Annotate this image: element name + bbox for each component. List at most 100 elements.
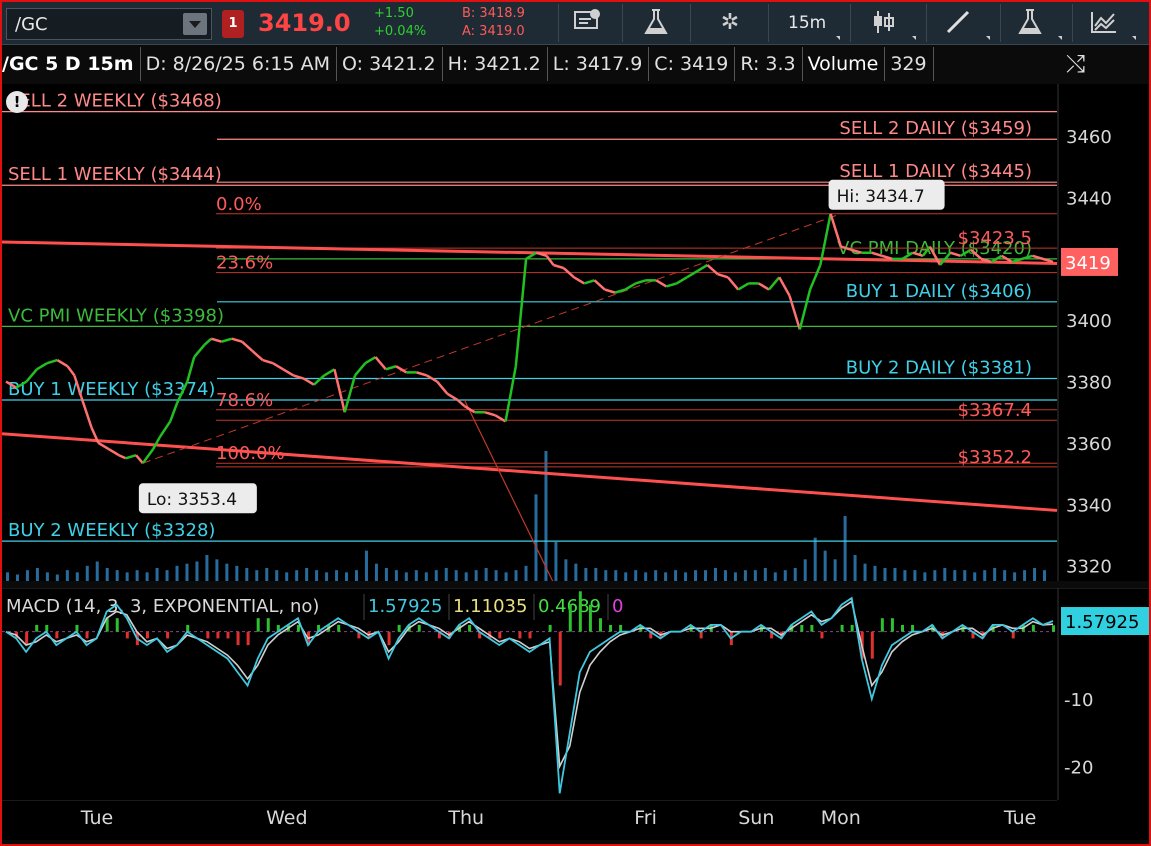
volume-bar <box>115 570 119 581</box>
volume-bar <box>793 568 797 581</box>
price-segment <box>231 337 243 343</box>
toolbar-divider <box>850 4 851 42</box>
pattern-icon[interactable] <box>1084 8 1124 38</box>
level-label: BUY 2 DAILY ($3381) <box>846 358 1032 379</box>
volume-bar <box>803 559 807 581</box>
ask-value: A: 3419.0 <box>462 24 525 39</box>
price-segment <box>456 399 466 408</box>
volume-bar <box>913 570 917 581</box>
price-chart[interactable]: SELL 2 WEEKLY ($3468) SELL 2 DAILY ($3459… <box>1 84 1149 619</box>
volume-bar <box>903 570 907 581</box>
price-segment <box>221 337 233 343</box>
change-percent: +0.04% <box>374 24 427 39</box>
volume-bar <box>45 572 49 581</box>
bar-close: C: 3419 <box>649 47 736 81</box>
macd-panel[interactable]: MACD (14, 3, 3, EXPONENTIAL, no) 1.57925 1… <box>2 587 1149 800</box>
volume-bar <box>564 559 568 581</box>
volume-bar <box>853 555 857 581</box>
volume-bar <box>75 572 79 581</box>
bar-open: O: 3421.2 <box>337 47 443 81</box>
volume-bar <box>235 565 239 581</box>
toolbar-divider <box>768 4 769 42</box>
price-segment <box>152 436 162 450</box>
volume-bar <box>763 568 767 581</box>
volume-bar <box>723 570 727 581</box>
volume-bar <box>843 516 847 581</box>
price-segment <box>504 366 518 422</box>
gear-icon[interactable]: ✲ <box>712 8 748 38</box>
volume-bar <box>504 572 508 581</box>
price-segment <box>436 380 449 395</box>
caret-icon <box>912 36 916 40</box>
collapse-arrows-icon[interactable]: ⤭ <box>1066 50 1085 78</box>
price-segment <box>583 279 595 285</box>
volume-bar <box>1013 572 1017 581</box>
macd-avg-line <box>5 600 1054 770</box>
volume-bar <box>624 572 628 581</box>
volume-bar <box>634 570 638 581</box>
price-segment <box>158 420 172 438</box>
macd-histogram-bar <box>216 631 220 639</box>
macd-histogram-bar <box>619 624 623 632</box>
macd-chart[interactable]: MACD (14, 3, 3, EXPONENTIAL, no) 1.57925 1… <box>2 587 1149 800</box>
volume-bar <box>773 572 777 581</box>
volume-bar <box>25 570 29 581</box>
macd-histogram-bar <box>609 624 613 632</box>
volume-bar <box>305 568 309 581</box>
volume-bar <box>464 572 468 581</box>
symbol-selector[interactable]: /GC <box>6 8 212 40</box>
volume-bar <box>255 570 259 581</box>
volume-bar <box>135 570 139 581</box>
candlestick-style-icon[interactable] <box>864 8 904 38</box>
volume-bar <box>65 570 69 581</box>
price-segment <box>726 276 740 291</box>
volume-bar <box>574 563 578 581</box>
studies-flask-icon[interactable] <box>636 8 676 38</box>
macd-histogram-bar <box>468 624 472 632</box>
volume-bar <box>394 570 398 581</box>
last-price: 3419.0 <box>258 9 351 37</box>
price-segment <box>484 411 496 417</box>
price-segment <box>303 377 315 386</box>
price-segment <box>169 402 179 422</box>
price-panel[interactable]: SELL 2 WEEKLY ($3468) SELL 2 DAILY ($3459… <box>1 84 1149 619</box>
fib-label: 23.6% <box>216 253 273 274</box>
price-segment <box>313 374 326 386</box>
macd-histogram-bar <box>568 604 572 632</box>
volume-bar <box>863 563 867 581</box>
price-tick-label: 3380 <box>1066 373 1112 394</box>
volume-bar <box>644 572 648 581</box>
volume-bar <box>983 570 987 581</box>
chevron-down-icon[interactable] <box>183 13 207 35</box>
macd-histogram-bar <box>296 624 300 632</box>
macd-histogram-bar <box>900 624 904 632</box>
quote-details-icon[interactable] <box>568 8 608 38</box>
macd-histogram-bar <box>820 631 824 639</box>
fib-label: 0.0% <box>216 194 262 215</box>
volume-bar <box>823 550 827 581</box>
macd-histogram-bar <box>1031 624 1035 632</box>
chart-info-bar: /GC 5 D 15m D: 8/26/25 6:15 AM O: 3421.2 H:… <box>2 47 934 81</box>
price-segment <box>614 288 626 294</box>
volume-bar <box>55 574 59 581</box>
fib-price-label: $3352.2 <box>958 447 1032 468</box>
volume-bar <box>374 563 378 581</box>
volume-bar <box>474 570 478 581</box>
price-segment <box>593 279 606 291</box>
price-segment <box>193 343 206 358</box>
alert-flag-icon[interactable]: 1 <box>222 10 244 38</box>
timeframe-selector[interactable]: 15m <box>788 13 826 33</box>
volume-bar <box>883 568 887 581</box>
price-segment <box>675 276 688 285</box>
bid-ask: B: 3418.9 A: 3419.0 <box>462 5 525 41</box>
volume-bar <box>933 570 937 581</box>
alert-icon[interactable]: ! <box>6 91 28 113</box>
time-tick-label: Sun <box>738 807 774 829</box>
price-segment <box>737 282 750 291</box>
price-tick-label: 3340 <box>1066 495 1112 516</box>
macd-histogram-bar <box>186 624 190 632</box>
volume-bar <box>315 570 319 581</box>
drawing-line-icon[interactable] <box>938 8 978 38</box>
fib-price-label: $3367.4 <box>958 400 1032 421</box>
studies-flask-icon[interactable] <box>1010 8 1050 38</box>
